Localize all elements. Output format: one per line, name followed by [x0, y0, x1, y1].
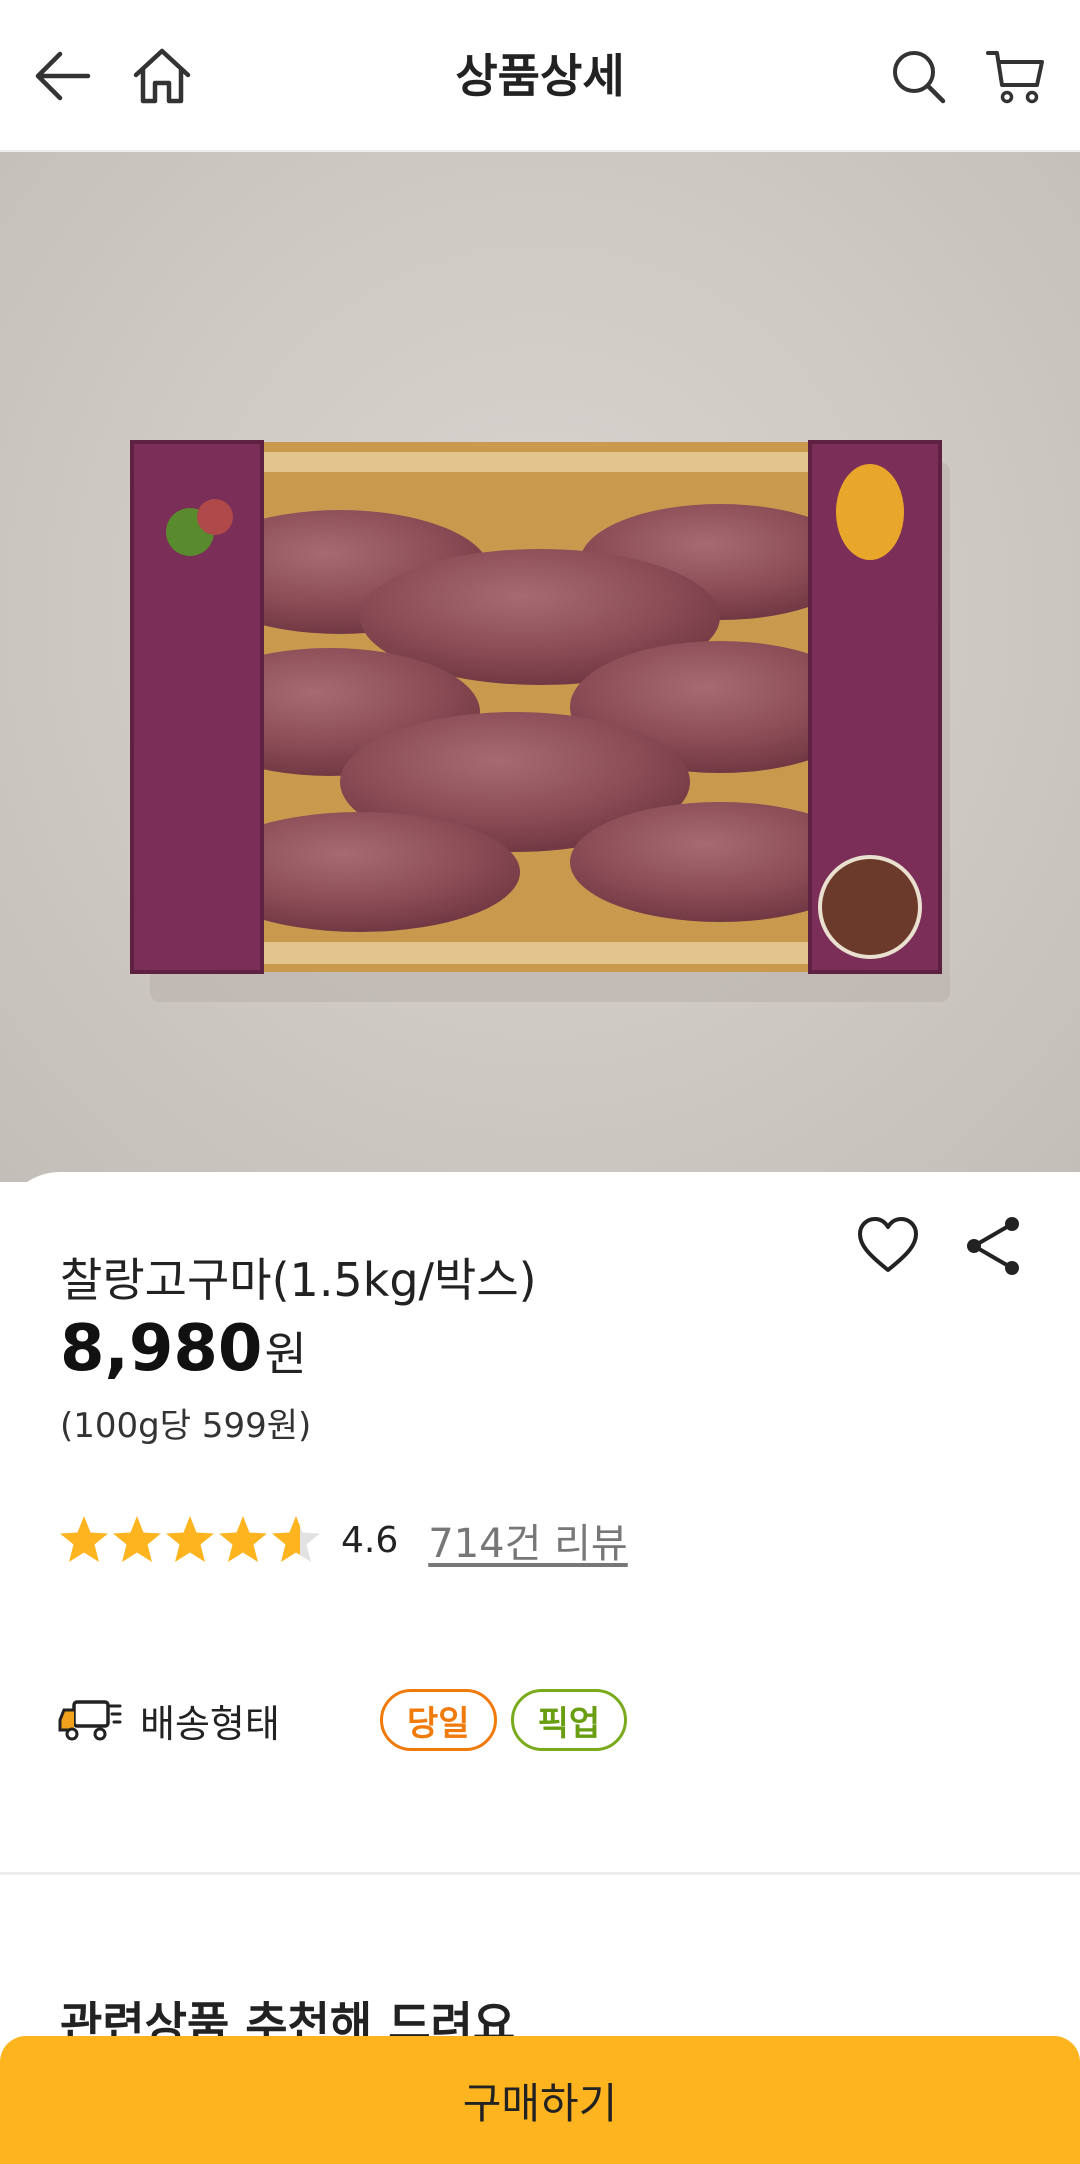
- unit-price: (100g당 599원): [60, 1406, 312, 1446]
- star-rating: [58, 1514, 323, 1566]
- cart-icon[interactable]: [980, 40, 1052, 112]
- buy-button[interactable]: 구매하기: [0, 2036, 1080, 2164]
- currency-unit: 원: [264, 1327, 307, 1381]
- review-count-link[interactable]: 714건 리뷰: [428, 1511, 627, 1569]
- product-name: 찰랑고구마(1.5kg/박스): [60, 1253, 537, 1307]
- heart-icon[interactable]: [856, 1214, 920, 1278]
- search-icon[interactable]: [882, 40, 954, 112]
- star-icon: [166, 1516, 214, 1562]
- star-icon: [60, 1516, 108, 1562]
- share-icon[interactable]: [962, 1214, 1026, 1278]
- delivery-type-row: 배송형태 당일 픽업: [58, 1688, 958, 1752]
- star-icon: [219, 1516, 267, 1562]
- same-day-chip: 당일: [380, 1689, 497, 1751]
- half-star-icon: [272, 1516, 320, 1562]
- rating-value: 4.6: [341, 1519, 399, 1561]
- product-image[interactable]: [0, 152, 1080, 1182]
- sweet-potato-box-photo: [130, 440, 950, 1002]
- top-app-bar: 상품상세: [0, 0, 1080, 152]
- rating-row: 4.6 714건 리뷰: [58, 1510, 628, 1570]
- delivery-type-label: 배송형태: [140, 1701, 280, 1746]
- delivery-truck-icon: [58, 1700, 122, 1741]
- star-icon: [113, 1516, 161, 1562]
- section-divider: [0, 1872, 1080, 1875]
- pickup-chip: 픽업: [510, 1689, 628, 1751]
- price-row: 8,980 원: [60, 1312, 307, 1386]
- product-price: 8,980: [60, 1312, 263, 1386]
